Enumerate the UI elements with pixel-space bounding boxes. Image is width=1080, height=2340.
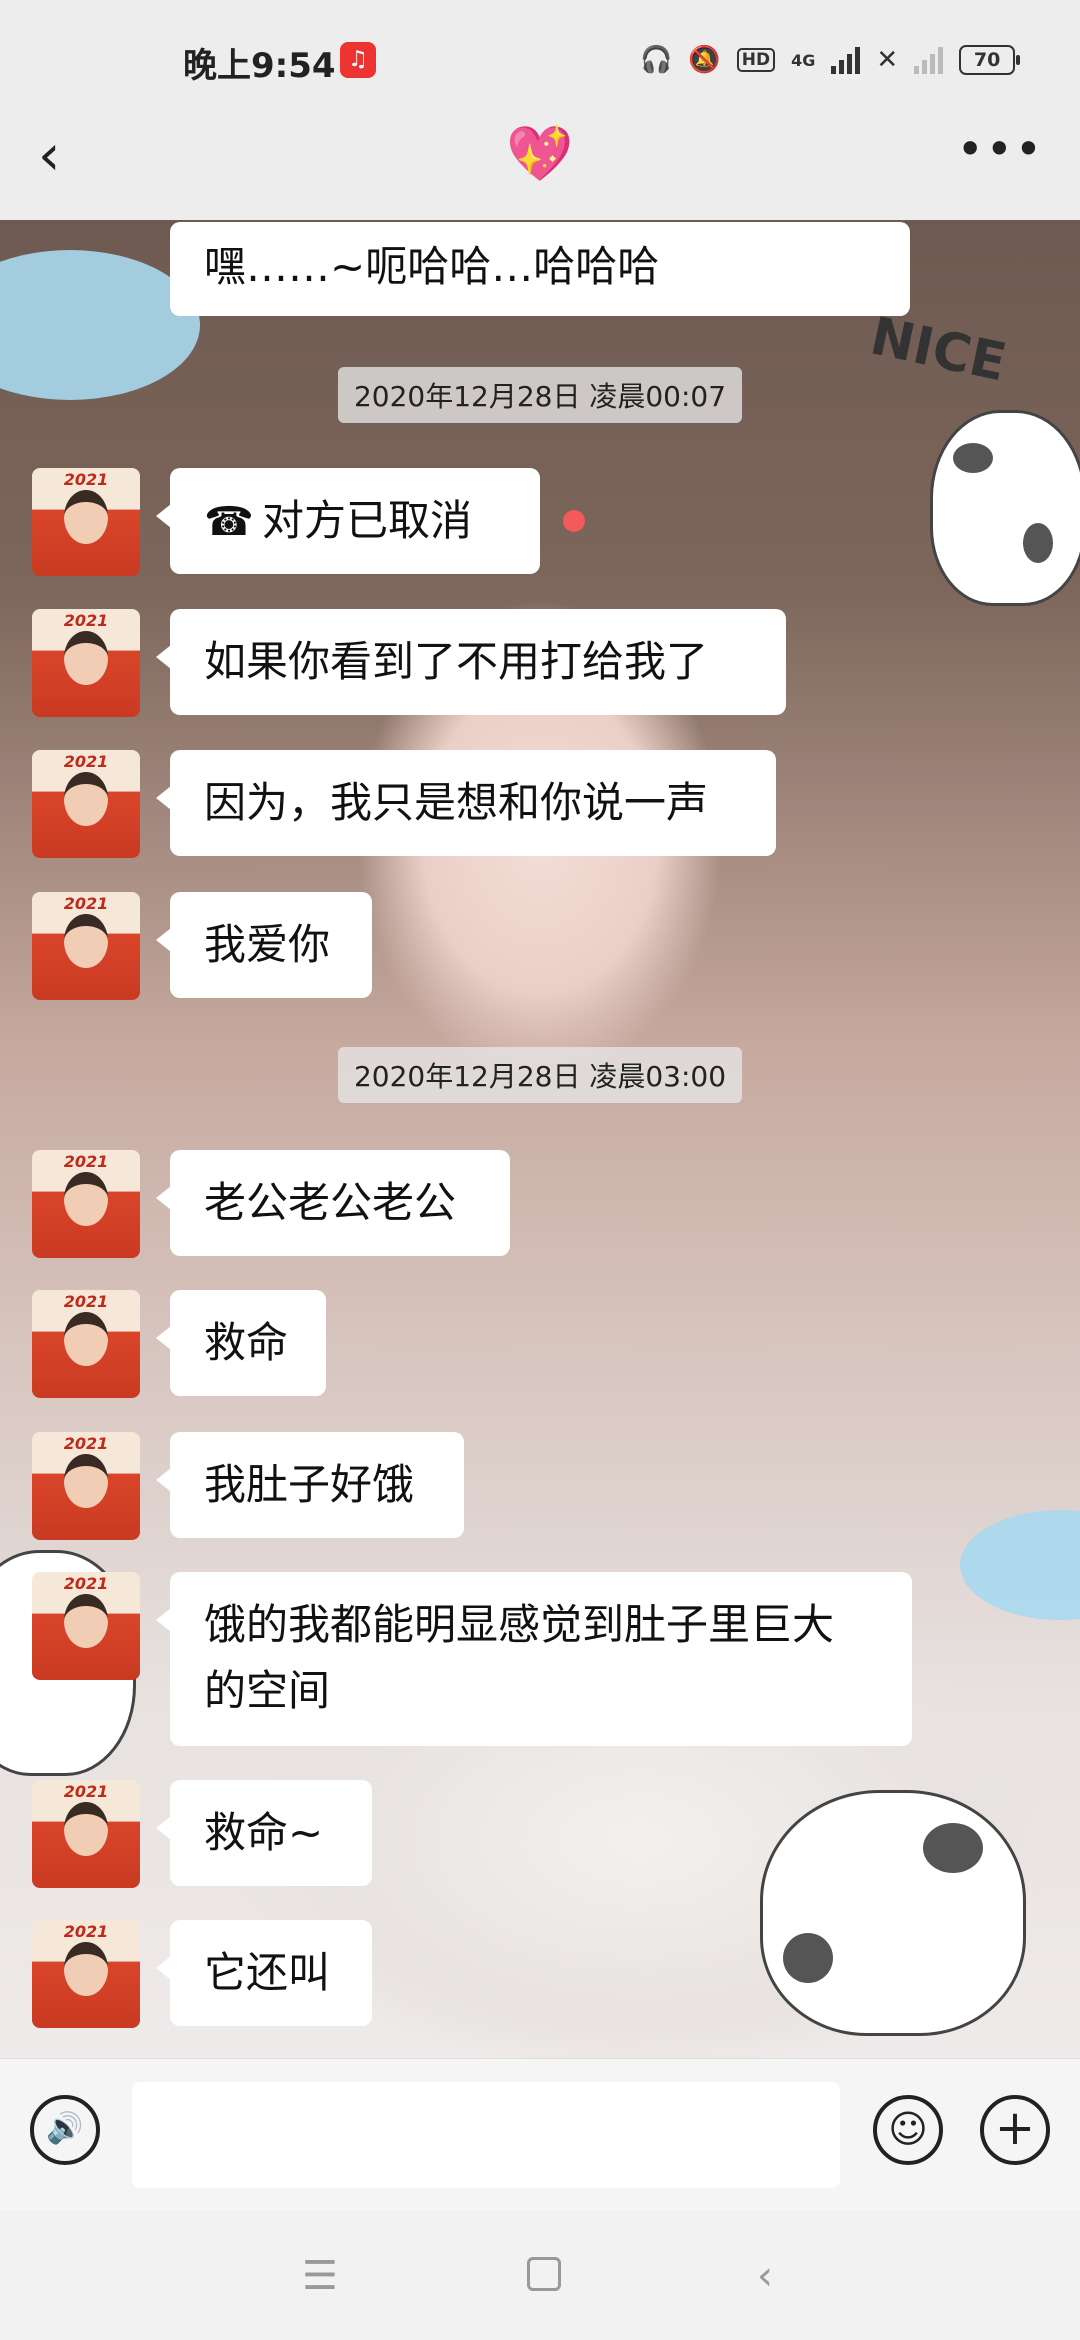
message-bubble[interactable]: 我爱你 — [156, 892, 372, 998]
menu-icon[interactable]: ☰ — [302, 2253, 338, 2299]
avatar[interactable]: 2021 — [32, 1780, 140, 1888]
avatar[interactable]: 2021 — [32, 1920, 140, 2028]
message-bubble[interactable]: 救命~ — [156, 1780, 372, 1886]
message-bubble[interactable]: 饿的我都能明显感觉到肚子里巨大 的空间 — [156, 1572, 912, 1746]
message-bubble[interactable]: 老公老公老公 — [156, 1150, 510, 1256]
more-options-icon[interactable]: ••• — [957, 122, 1044, 176]
cloud-sticker — [960, 1510, 1080, 1620]
network-label: 4G — [791, 50, 816, 70]
phone-hangup-icon: ☎ — [204, 499, 254, 545]
system-back-icon[interactable]: ‹ — [757, 2253, 773, 2299]
message-text-line: 饿的我都能明显感觉到肚子里巨大 — [204, 1600, 835, 1649]
hd-icon: HD — [736, 48, 776, 72]
signal-2-icon — [914, 46, 944, 74]
cow-sticker — [760, 1790, 1026, 2036]
avatar[interactable]: 2021 — [32, 750, 140, 858]
headphones-icon: 🎧 — [640, 45, 673, 75]
avatar[interactable]: 2021 — [32, 1290, 140, 1398]
message-bubble[interactable]: 我肚子好饿 — [156, 1432, 464, 1538]
home-icon[interactable] — [527, 2257, 561, 2291]
avatar[interactable]: 2021 — [32, 468, 140, 576]
message-bubble[interactable]: 它还叫 — [156, 1920, 372, 2026]
avatar[interactable]: 2021 — [32, 892, 140, 1000]
mute-bell-icon: 🔕 — [688, 45, 721, 75]
battery-icon: 70 — [959, 45, 1021, 75]
timestamp: 2020年12月28日 凌晨00:07 — [0, 367, 1080, 423]
avatar[interactable]: 2021 — [32, 1572, 140, 1680]
avatar[interactable]: 2021 — [32, 1432, 140, 1540]
status-time: 晚上9:54 — [183, 46, 336, 86]
chat-area[interactable]: NICE — [0, 220, 1080, 2058]
message-input[interactable] — [132, 2082, 840, 2188]
emoji-button[interactable]: ☺ — [873, 2095, 943, 2165]
status-bar: 晚上9:54 ♫ 🎧 🔕 HD 4G ✕ 70 — [0, 0, 1080, 118]
chat-title: 💖 — [506, 122, 574, 185]
message-text: 对方已取消 — [262, 496, 473, 545]
avatar[interactable]: 2021 — [32, 1150, 140, 1258]
status-icons: 🎧 🔕 HD 4G ✕ 70 — [640, 40, 1021, 80]
more-actions-button[interactable]: + — [980, 2095, 1050, 2165]
voice-input-button[interactable]: 🔊 — [30, 2095, 100, 2165]
signal-icon — [831, 46, 861, 74]
avatar[interactable]: 2021 — [32, 609, 140, 717]
message-bubble[interactable]: 救命 — [156, 1290, 326, 1396]
message-bubble[interactable]: 因为，我只是想和你说一声 — [156, 750, 776, 856]
music-app-icon: ♫ — [340, 42, 376, 78]
message-text-line: 的空间 — [204, 1666, 331, 1715]
cow-sticker — [930, 410, 1080, 606]
message-bubble[interactable]: 如果你看到了不用打给我了 — [156, 609, 786, 715]
wifi-off-icon: ✕ — [876, 45, 899, 75]
timestamp: 2020年12月28日 凌晨03:00 — [0, 1047, 1080, 1103]
message-bubble[interactable]: 嘿……~呃哈哈…哈哈哈 — [170, 222, 910, 316]
call-cancelled-bubble[interactable]: ☎ 对方已取消 — [156, 468, 540, 574]
unread-dot — [563, 510, 585, 532]
